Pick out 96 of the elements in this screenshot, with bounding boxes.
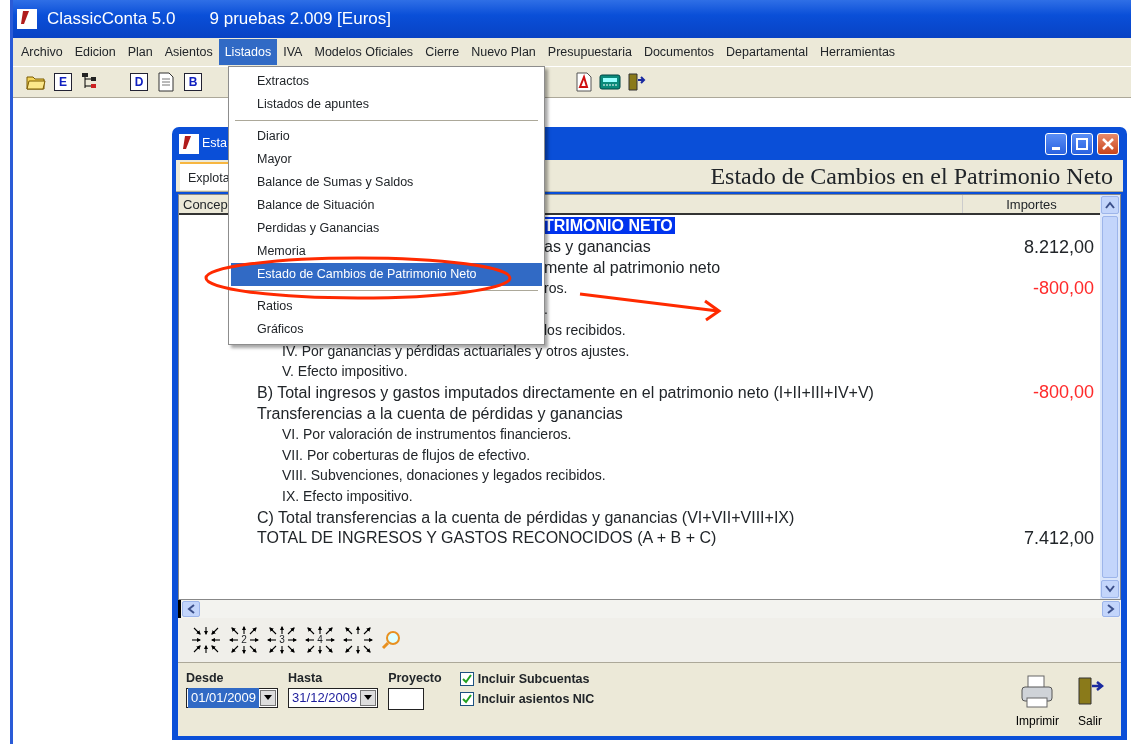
report-line: as y ganancias — [544, 238, 651, 256]
exit-button[interactable]: Salir — [1075, 674, 1105, 730]
app-title: ClassicConta 5.0 — [47, 8, 176, 31]
date-dropdown[interactable]: 31/12/2009 — [288, 687, 379, 708]
chevron-down-icon — [1105, 585, 1115, 593]
maximize-icon — [1076, 137, 1088, 150]
close-icon — [1102, 137, 1114, 150]
report-title: Estado de Cambios en el Patrimonio Neto — [710, 161, 1114, 191]
menu-item[interactable]: Edicion — [68, 38, 122, 66]
minimize-button[interactable] — [1045, 132, 1067, 155]
menu-item[interactable]: Asientos — [158, 38, 219, 66]
minimize-icon — [1052, 147, 1060, 150]
arrows-icon — [305, 625, 335, 655]
pdf-icon[interactable] — [573, 71, 595, 93]
toolbar-button[interactable]: E — [54, 73, 72, 91]
caret-down-icon[interactable] — [264, 694, 273, 701]
checkbox[interactable] — [459, 672, 474, 686]
report-line: TOTAL DE INGRESOS Y GASTOS RECONOCIDOS (A + B + C) — [257, 529, 717, 547]
app-logo-icon — [179, 133, 199, 154]
field-label: Hasta — [288, 670, 324, 687]
document-icon[interactable] — [155, 71, 177, 93]
input-field[interactable] — [388, 687, 425, 710]
checkbox-label: Incluir Subcuentas — [477, 670, 590, 688]
printer-icon — [1019, 674, 1056, 710]
report-line: C) Total transferencias a la cuenta de pérdidas y ganancias (VI+VII+VIII+IX) — [257, 508, 795, 526]
checkbox[interactable] — [459, 692, 474, 706]
scrollbar-thumb[interactable] — [1102, 216, 1118, 578]
menu-item[interactable]: Modelos Oficiales — [308, 38, 420, 66]
report-line: IX. Efecto impositivo. — [282, 488, 413, 505]
scroll-up-button[interactable] — [1101, 196, 1119, 214]
menu-item[interactable]: Departamental — [720, 38, 815, 66]
report-line: VI. Por valoración de instrumentos financieros. — [282, 425, 572, 442]
section-heading: TRIMONIO NETO — [544, 217, 675, 235]
report-line: B) Total ingresos y gastos imputados directamente en el patrimonio neto (I+II+III+IV+V) — [257, 383, 874, 401]
menu-item[interactable]: Herramientas — [814, 38, 902, 66]
field-label: Desde — [186, 670, 225, 687]
menu-item[interactable]: Listados — [218, 38, 278, 66]
caret-down-icon[interactable] — [364, 694, 373, 701]
arrows-icon — [343, 625, 373, 655]
maximize-button[interactable] — [1071, 132, 1093, 155]
amount: -800,00 — [1031, 381, 1095, 405]
field-label: Proyecto — [388, 670, 442, 687]
menu-item[interactable]: Presupuestaria — [541, 38, 638, 66]
menu-item[interactable]: Memoria — [231, 240, 542, 263]
zoom-level-button[interactable] — [342, 624, 374, 656]
report-line: Transferencias a la cuenta de pérdidas y ganancias — [257, 404, 623, 422]
date-dropdown[interactable]: 01/01/2009 — [186, 687, 279, 708]
report-line: V. Efecto impositivo. — [282, 363, 408, 380]
column-header[interactable]: Concep — [179, 195, 228, 213]
scroll-right-button[interactable] — [1102, 601, 1120, 617]
toolbar-button[interactable]: D — [130, 73, 148, 91]
print-button[interactable]: Imprimir — [1015, 674, 1059, 730]
report-line: VII. Por coberturas de flujos de efectivo. — [282, 446, 531, 463]
amount: -800,00 — [1031, 277, 1095, 301]
door-exit-icon[interactable] — [625, 71, 647, 93]
menu-item[interactable]: Estado de Cambios de Patrimonio Neto — [231, 263, 542, 286]
document-title: 9 pruebas 2.009 [Euros] — [209, 8, 391, 31]
menu-item[interactable]: Plan — [121, 38, 159, 66]
chevron-up-icon — [1105, 201, 1115, 209]
menu-item[interactable]: Balance de Situación — [231, 194, 542, 217]
report-line: ros. — [544, 280, 568, 297]
zoom-level-button[interactable]: 2 — [228, 624, 260, 656]
menu-item[interactable]: Perdidas y Ganancias — [231, 217, 542, 240]
zoom-level-button[interactable]: 4 — [304, 624, 336, 656]
menu-item[interactable]: Ratios — [231, 295, 542, 318]
zoom-level-button[interactable]: 3 — [266, 624, 298, 656]
menu-item[interactable]: Extractos — [231, 70, 542, 93]
report-line: . — [544, 301, 548, 318]
menu-item[interactable]: Diario — [231, 125, 542, 148]
menu-item[interactable]: Documentos — [637, 38, 721, 66]
toolbar-button[interactable]: B — [184, 73, 202, 91]
app-logo-icon — [17, 9, 37, 29]
zoom-level-button[interactable] — [190, 624, 222, 656]
report-line: los recibidos. — [544, 321, 626, 338]
chevron-right-icon — [1107, 604, 1115, 614]
window-title: Esta — [202, 135, 227, 153]
report-line: VIII. Subvenciones, donaciones y legados recibidos. — [282, 467, 606, 484]
checkbox-label: Incluir asientos NIC — [477, 690, 595, 708]
menu-item[interactable]: IVA — [277, 38, 309, 66]
scroll-down-button[interactable] — [1101, 580, 1119, 598]
arrows-icon — [229, 625, 259, 655]
calculator-icon[interactable] — [599, 71, 621, 93]
arrows-icon — [267, 625, 297, 655]
arrows-icon — [191, 625, 221, 655]
amount: 7.412,00 — [1022, 526, 1095, 550]
scroll-left-button[interactable] — [182, 601, 200, 617]
menu-item[interactable]: Cierre — [419, 38, 466, 66]
amount: 8.212,00 — [1022, 235, 1095, 259]
menu-item[interactable]: Listados de apuntes — [231, 93, 542, 116]
report-line: mente al patrimonio neto — [544, 259, 721, 276]
report-line: IV. Por ganancias y pérdidas actuariales y otros ajustes. — [282, 342, 630, 359]
menu-item[interactable]: Archivo — [15, 38, 69, 66]
menu-item[interactable]: Nuevo Plan — [465, 38, 542, 66]
menu-item[interactable]: Gráficos — [231, 318, 542, 341]
chevron-left-icon — [187, 604, 195, 614]
close-button[interactable] — [1097, 132, 1119, 155]
